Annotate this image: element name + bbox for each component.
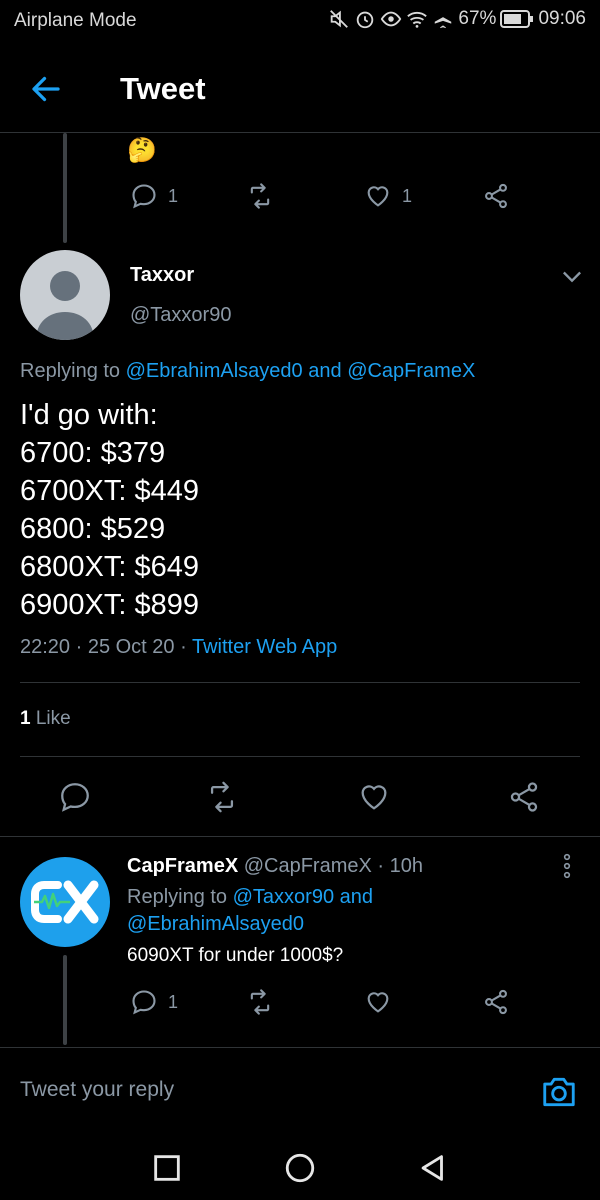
likes-label: Like <box>35 708 71 729</box>
likes-count: 1 <box>20 708 31 729</box>
reply-header: CapFrameX @CapFrameX · 10h <box>127 855 423 878</box>
retweet-icon <box>250 183 270 209</box>
tweet-age: · 10h <box>377 855 423 877</box>
replying-prefix: Replying to <box>20 360 121 382</box>
replying-to: Replying to @Taxxor90 and @EbrahimAlsaye… <box>127 884 427 938</box>
reply-composer: Tweet your reply <box>0 1047 600 1136</box>
share-icon <box>485 989 507 1015</box>
divider <box>0 836 600 837</box>
tweet-timestamp: 22:20 · 25 Oct 20 · <box>20 636 187 658</box>
thread-line <box>63 955 67 1045</box>
chevron-down-icon[interactable] <box>558 262 586 290</box>
reply-input[interactable]: Tweet your reply <box>20 1078 174 1102</box>
retweet-icon <box>210 781 234 813</box>
reply-count: 1 <box>168 185 179 206</box>
tweet-line: 6800XT: $649 <box>20 551 199 583</box>
home-circle-icon[interactable] <box>283 1151 317 1185</box>
battery-icon <box>500 10 534 28</box>
reply-button[interactable]: 1 <box>130 182 178 210</box>
tweet-source[interactable]: Twitter Web App <box>192 636 337 658</box>
speech-bubble-icon <box>132 184 156 209</box>
speech-bubble-icon <box>61 783 89 812</box>
battery-percent: 67% <box>458 8 497 29</box>
system-nav-bar <box>0 1135 600 1200</box>
heart-icon <box>361 785 387 810</box>
clock: 09:06 <box>538 8 586 29</box>
speech-bubble-icon <box>132 990 156 1015</box>
retweet-button[interactable] <box>246 182 274 210</box>
avatar[interactable] <box>20 250 110 340</box>
recents-square-icon[interactable] <box>150 1151 184 1185</box>
share-button[interactable] <box>482 182 510 210</box>
tweet-line: 6900XT: $899 <box>20 589 199 621</box>
replying-to: Replying to @EbrahimAlsayed0 and @CapFra… <box>20 360 475 383</box>
wifi-icon <box>407 11 428 28</box>
tweet-text: 6090XT for under 1000$? <box>127 945 344 966</box>
replying-prefix: Replying to <box>127 886 228 908</box>
replying-and[interactable]: and <box>340 886 373 908</box>
author-handle[interactable]: @Taxxor90 <box>130 304 231 327</box>
retweet-button[interactable] <box>205 780 239 814</box>
replying-and[interactable]: and <box>308 360 341 382</box>
divider <box>20 756 580 757</box>
share-icon <box>510 782 538 812</box>
share-button[interactable] <box>507 780 541 814</box>
like-button[interactable]: 1 <box>364 182 412 210</box>
thread-line <box>63 133 67 243</box>
back-triangle-icon[interactable] <box>416 1151 450 1185</box>
reply-button[interactable]: 1 <box>130 988 178 1016</box>
reply-button[interactable] <box>58 780 92 814</box>
more-options-icon[interactable] <box>555 852 579 880</box>
avatar[interactable] <box>20 857 110 947</box>
retweet-button[interactable] <box>246 988 274 1016</box>
tweet-line: 6800: $529 <box>20 513 166 545</box>
author-name[interactable]: Taxxor <box>130 264 194 287</box>
share-icon <box>485 183 507 209</box>
emoji-text: 🤔 <box>127 137 157 164</box>
mention-link[interactable]: @CapFrameX <box>347 360 475 382</box>
heart-icon <box>367 186 389 207</box>
tweet-line: 6700: $379 <box>20 437 166 469</box>
tweet-line: 6700XT: $449 <box>20 475 199 507</box>
airplane-mode-label: Airplane Mode <box>14 10 137 31</box>
default-avatar-icon <box>36 271 94 340</box>
tweet-text: I'd go with: 6700: $379 6700XT: $449 680… <box>20 396 580 624</box>
mention-link[interactable]: @EbrahimAlsayed0 <box>127 913 304 935</box>
author-name[interactable]: CapFrameX <box>127 855 238 877</box>
tweet-meta: 22:20 · 25 Oct 20 · Twitter Web App <box>20 636 337 659</box>
airplane-icon <box>435 9 452 29</box>
arrow-left-icon[interactable] <box>28 71 64 107</box>
likes-summary[interactable]: 1 Like <box>20 708 71 730</box>
share-button[interactable] <box>482 988 510 1016</box>
mention-link[interactable]: @EbrahimAlsayed0 <box>126 360 303 382</box>
tweet-line: I'd go with: <box>20 399 158 431</box>
eye-icon <box>381 11 402 27</box>
mute-icon <box>330 10 349 28</box>
alarm-icon <box>357 11 374 29</box>
retweet-icon <box>250 989 270 1015</box>
capframex-logo-icon <box>31 880 99 924</box>
divider <box>20 682 580 683</box>
status-icons: 67% 09:06 <box>328 8 586 30</box>
reply-count: 1 <box>168 991 179 1012</box>
status-bar: Airplane Mode 67% 09:06 <box>0 0 600 44</box>
author-handle[interactable]: @CapFrameX <box>244 855 372 877</box>
camera-icon[interactable] <box>540 1073 578 1111</box>
like-button[interactable] <box>364 988 392 1016</box>
mention-link[interactable]: @Taxxor90 <box>233 886 334 908</box>
heart-icon <box>367 992 389 1013</box>
like-button[interactable] <box>357 780 391 814</box>
page-title: Tweet <box>120 71 206 106</box>
like-count: 1 <box>402 185 413 206</box>
header: Tweet <box>0 44 600 133</box>
